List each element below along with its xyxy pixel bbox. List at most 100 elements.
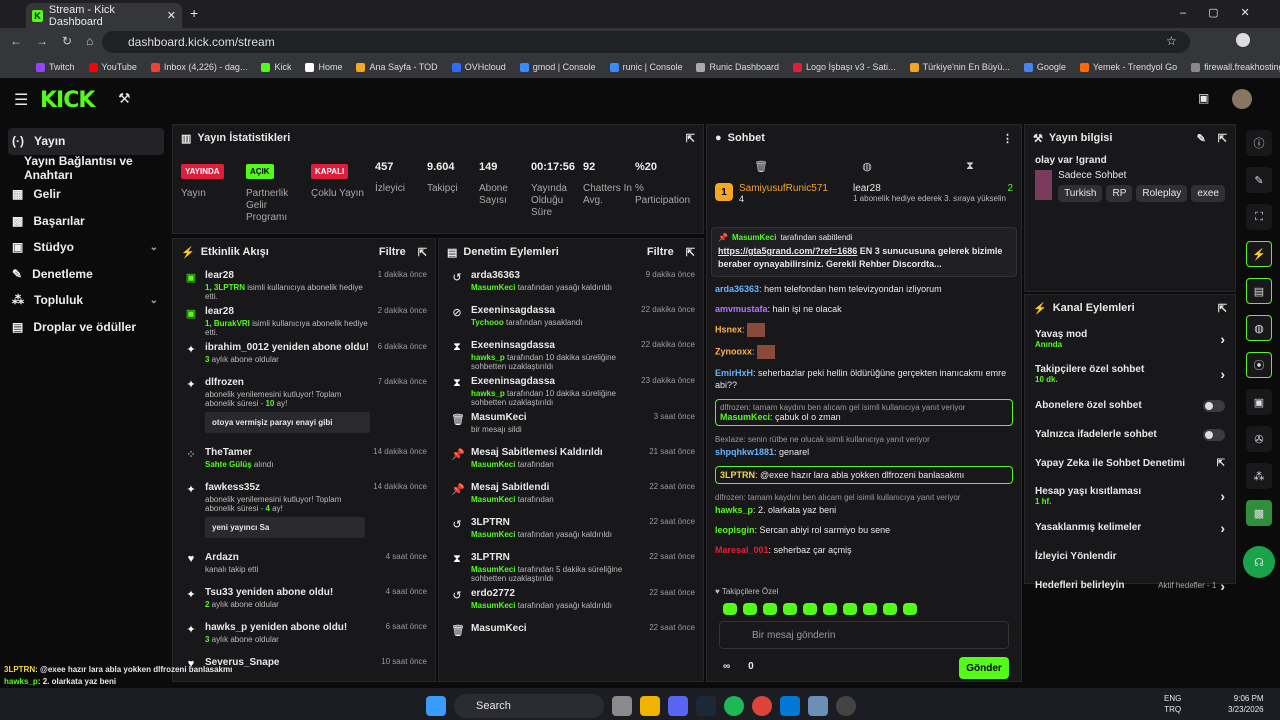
event-row[interactable]: ⊘ Exeeninsagdassa Tychooo tarafından yasak…	[439, 300, 703, 335]
app-icon[interactable]: ▩	[1246, 500, 1272, 526]
emote-icon[interactable]	[743, 603, 757, 615]
edit-icon[interactable]: ✎	[1197, 132, 1206, 145]
new-tab-icon[interactable]: +	[190, 5, 198, 21]
nav-buttons-icon[interactable]: ←→↻⌂	[10, 34, 107, 48]
bubble-icon[interactable]: ◍	[862, 160, 872, 173]
bookmark-item[interactable]: Google	[1023, 62, 1066, 72]
bookmark-item[interactable]: YouTube	[88, 62, 137, 72]
emote-icon[interactable]	[823, 603, 837, 615]
hourglass-icon[interactable]: ⧗	[966, 160, 974, 173]
sidebar-item[interactable]: (·) Yayın	[8, 128, 164, 155]
chat-message[interactable]: amvmustafa: hain işi ne olacak	[707, 303, 1021, 315]
sidebar-item[interactable]: ✎ Denetleme	[0, 261, 172, 288]
chat-username[interactable]: Maresal_001	[715, 545, 769, 555]
chat-username[interactable]: leopisgin	[715, 525, 755, 535]
lightning-icon[interactable]: ⚡	[1246, 241, 1272, 267]
channel-action-item[interactable]: Takipçilere özel sohbet 10 dk. ›	[1025, 356, 1235, 391]
chat-username[interactable]: hawks_p	[715, 505, 753, 515]
channel-action-item[interactable]: Yavaş mod Anında ›	[1025, 321, 1235, 356]
send-button[interactable]: Gönder	[959, 657, 1009, 679]
event-row[interactable]: ✦ dlfrozen abonelik yenilemesini kutluyor!…	[173, 372, 435, 442]
bookmark-item[interactable]: Türkiye'nin En Büyü...	[909, 62, 1010, 72]
avatar[interactable]	[1232, 89, 1252, 109]
obs-icon[interactable]	[836, 696, 856, 716]
bookmark-item[interactable]: Ana Sayfa - TOD	[356, 62, 438, 72]
bookmark-item[interactable]: Yemek - Trendyol Go	[1079, 62, 1177, 72]
url-field[interactable]: dashboard.kick.com/stream	[102, 31, 1190, 53]
bookmark-item[interactable]: Logo İşbaşı v3 - Sati...	[793, 62, 896, 72]
emote-icon[interactable]	[903, 603, 917, 615]
chat-message[interactable]: Bexlaze: senin rütbe ne olucak isimli ku…	[707, 434, 1021, 458]
sidebar-item[interactable]: ▦ Gelir	[0, 181, 172, 208]
sidebar-item[interactable]: ▤ Droplar ve ödüller	[0, 314, 172, 341]
sidebar-item[interactable]: ▣ Stüdyo ⌄	[0, 234, 172, 261]
popout-icon[interactable]: ⇱	[1218, 132, 1227, 145]
language-indicator[interactable]: ENG TRQ	[1164, 693, 1181, 715]
bookmark-item[interactable]: Kick	[261, 62, 291, 72]
sidebar-item[interactable]: ⁂ Topluluk ⌄	[0, 287, 172, 314]
channel-action-item[interactable]: Yalnızca ifadelerle sohbet	[1025, 420, 1235, 449]
taskbar-search[interactable]: Search	[454, 694, 604, 718]
kick-logo[interactable]: KICK	[40, 88, 95, 113]
popout-icon[interactable]: ⇱	[1218, 302, 1227, 315]
toggle-switch[interactable]	[1203, 399, 1225, 412]
event-row[interactable]: 📌 Mesaj Sabitlemesi Kaldırıldı MasumKeci t…	[439, 442, 703, 477]
chat-username[interactable]: EmirHxH	[715, 368, 753, 378]
crop-icon[interactable]: ⛶	[1246, 204, 1272, 230]
emote-icon[interactable]	[723, 603, 737, 615]
emote-icon[interactable]	[763, 603, 777, 615]
event-row[interactable]: ✦ hawks_p yeniden abone oldu! 3 aylık abon…	[173, 617, 435, 652]
toggle-switch[interactable]	[1203, 428, 1225, 441]
chat-message[interactable]: Hsnex:	[707, 323, 1021, 337]
event-row[interactable]: 📌 Mesaj Sabitlendi MasumKeci tarafından 22 …	[439, 477, 703, 512]
pinned-link[interactable]: https://gta5grand.com/?ref=1686	[718, 246, 857, 256]
bookmark-item[interactable]: firewall.freakhosting...	[1191, 62, 1280, 72]
channel-action-item[interactable]: Hedefleri belirleyin Aktif hedefler - 1 ›	[1025, 571, 1235, 600]
tab-close-icon[interactable]: ✕	[167, 9, 176, 22]
chat-message[interactable]: 3LPTRN: @exee hazır lara abla yokken dlf…	[715, 466, 1013, 484]
channel-action-item[interactable]: İzleyici Yönlendir	[1025, 542, 1235, 571]
chat-bubble-icon[interactable]: ◍	[1246, 315, 1272, 341]
event-row[interactable]: ♥ Ardazn kanalı takip etti 4 saat önce	[173, 547, 435, 582]
event-row[interactable]: ⁘ TheTamer Sahte Gülüş alındı 14 dakika önc…	[173, 442, 435, 477]
channel-action-item[interactable]: Yapay Zeka ile Sohbet Denetimi ⇱	[1025, 449, 1235, 478]
vscode-icon[interactable]	[780, 696, 800, 716]
emote-icon[interactable]	[843, 603, 857, 615]
bookmark-item[interactable]: runic | Console	[609, 62, 682, 72]
event-row[interactable]: 🗑 MasumKeci bir mesajı sildi 3 saat önce	[439, 407, 703, 442]
chat-username[interactable]: shpqhkw1881	[715, 447, 774, 457]
chat-username[interactable]: Zynooxx	[715, 346, 752, 356]
discord-icon[interactable]	[668, 696, 688, 716]
emote-icon[interactable]	[883, 603, 897, 615]
menu-icon[interactable]: ☰	[14, 90, 28, 110]
window-controls[interactable]: –▢✕	[1180, 6, 1272, 19]
channel-action-item[interactable]: Abonelere özel sohbet	[1025, 391, 1235, 420]
event-row[interactable]: ✦ Tsu33 yeniden abone oldu! 2 aylık abone …	[173, 582, 435, 617]
app-g-icon[interactable]	[808, 696, 828, 716]
sidebar-item[interactable]: ▩ Başarılar	[0, 208, 172, 235]
info-icon[interactable]: ⓘ	[1246, 130, 1272, 156]
bookmark-star-icon[interactable]: ☆	[1166, 34, 1177, 48]
bookmark-item[interactable]: OVHcloud	[451, 62, 506, 72]
stream-tag[interactable]: exee	[1191, 185, 1225, 202]
save-icon[interactable]: ▣	[1246, 389, 1272, 415]
emote-icon[interactable]	[803, 603, 817, 615]
event-row[interactable]: ⧗ 3LPTRN MasumKeci tarafından 5 dakika sür…	[439, 547, 703, 583]
clock[interactable]: 9:06 PM 3/23/2026	[1228, 693, 1264, 715]
event-row[interactable]: ↺ 3LPTRN MasumKeci tarafından yasağı kaldı…	[439, 512, 703, 547]
event-row[interactable]: ↺ arda36363 MasumKeci tarafından yasağı ka…	[439, 265, 703, 300]
chat-message[interactable]: EmirHxH: seherbazlar peki hellin öldürüğ…	[707, 367, 1021, 391]
chat-message[interactable]: Zynooxx:	[707, 345, 1021, 359]
camera-icon[interactable]: ▣	[1198, 91, 1209, 105]
event-row[interactable]: ↺ erdo2772 MasumKeci tarafından yasağı kal…	[439, 583, 703, 618]
chat-message[interactable]: Maresal_001: seherbaz çar açmiş	[707, 544, 1021, 556]
profile-icon[interactable]	[1236, 33, 1250, 47]
chat-username[interactable]: amvmustafa	[715, 304, 768, 314]
task-view-icon[interactable]	[612, 696, 632, 716]
chat-username[interactable]: 3LPTRN	[720, 470, 755, 480]
chat-message[interactable]: dlfrozen: tamam kaydını ben alıcam gel i…	[715, 399, 1013, 426]
support-headset-icon[interactable]: ☊	[1243, 546, 1275, 578]
browser-tab[interactable]: K Stream - Kick Dashboard ✕	[26, 3, 182, 28]
spotify-icon[interactable]	[724, 696, 744, 716]
bookmark-item[interactable]: Inbox (4,226) - dag...	[150, 62, 247, 72]
